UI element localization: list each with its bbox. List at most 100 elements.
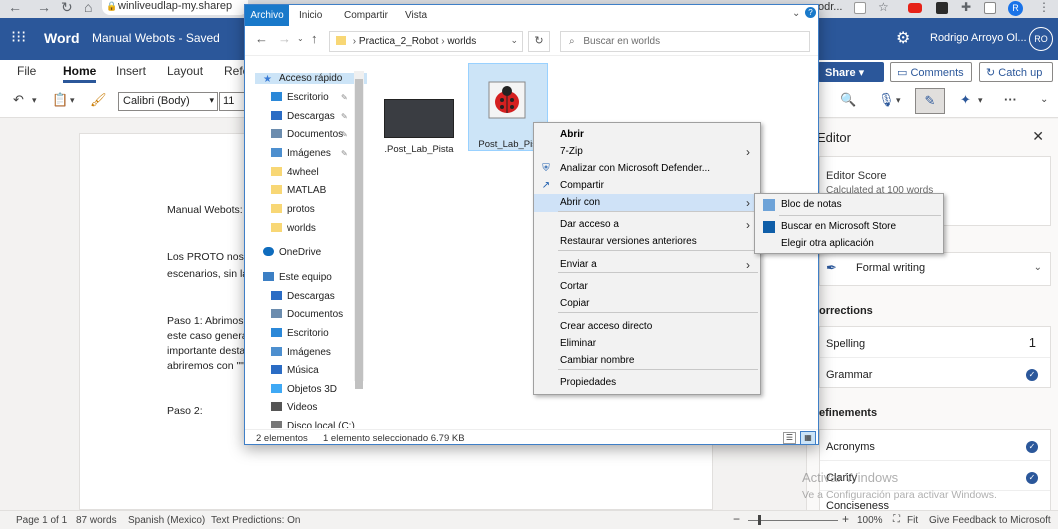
puzzle-icon[interactable]: ✚ [961, 0, 973, 14]
recent-dropdown-icon[interactable]: ⌄ [297, 34, 304, 43]
context-menu-item[interactable]: ⛨ Analizar con Microsoft Defender... [534, 160, 760, 178]
menu-icon[interactable]: ⋮ [1038, 0, 1050, 14]
refresh-icon[interactable]: ↻ [528, 31, 550, 52]
tab-layout[interactable]: Layout [167, 64, 203, 78]
catch-up-button[interactable]: ↻ Catch up [979, 62, 1053, 82]
tab-archivo[interactable]: Archivo [245, 5, 289, 26]
text-predictions[interactable]: Text Predictions: On [211, 515, 300, 526]
sidebar-item[interactable]: Música [271, 365, 319, 376]
acronyms-item[interactable]: Acronyms [826, 441, 875, 453]
word-count[interactable]: 87 words [76, 515, 117, 526]
back-icon[interactable]: ← [8, 0, 22, 15]
font-size-select[interactable]: 11 [219, 92, 245, 111]
profile-avatar[interactable]: R [1008, 1, 1023, 16]
chevron-down-icon[interactable]: ⌄ [510, 35, 518, 46]
font-name-select[interactable]: Calibri (Body) ▾ [118, 92, 218, 111]
share-button[interactable]: Share ▾ [818, 62, 884, 82]
zoom-in-icon[interactable]: + [842, 512, 849, 526]
open-with-item[interactable]: Bloc de notas [755, 196, 943, 214]
forward-icon[interactable]: → [37, 0, 51, 15]
page-count[interactable]: Page 1 of 1 [16, 515, 67, 526]
feedback-link[interactable]: Give Feedback to Microsoft [929, 515, 1051, 526]
reload-icon[interactable]: ↻ [61, 0, 73, 16]
tab-insert[interactable]: Insert [116, 64, 146, 78]
fit-icon[interactable]: ⛶ [893, 514, 900, 525]
find-icon[interactable]: 🔍 [840, 92, 856, 108]
large-icons-view-icon[interactable]: ▦ [800, 431, 816, 445]
app-name[interactable]: Word [44, 30, 80, 46]
editor-icon[interactable]: ✎ [915, 88, 945, 114]
context-menu-item[interactable]: 7-Zip › [534, 143, 760, 161]
formal-writing-select[interactable]: ✒ Formal writing ⌄ [819, 252, 1051, 286]
sidebar-item[interactable]: 4wheel [271, 167, 319, 178]
format-painter-icon[interactable]: 🖌 [90, 92, 107, 108]
open-with-item[interactable]: Elegir otra aplicación [755, 235, 943, 253]
details-view-icon[interactable]: ☰ [783, 432, 796, 444]
dictate-icon[interactable]: 🎙 [878, 92, 895, 108]
reading-list-icon[interactable] [984, 2, 996, 14]
star-icon[interactable]: ☆ [878, 0, 890, 14]
context-menu-item[interactable]: Eliminar [534, 335, 760, 353]
sidebar-item[interactable]: protos [271, 204, 315, 215]
context-menu-item[interactable]: Cortar [534, 278, 760, 296]
document-title[interactable]: Manual Webots - Saved [92, 31, 220, 45]
file-item[interactable]: .Post_Lab_Pista [379, 94, 457, 164]
sidebar-item[interactable]: ★ Acceso rápido [255, 73, 367, 85]
tab-home[interactable]: Home [63, 64, 97, 83]
sidebar-item[interactable]: MATLAB [271, 185, 326, 196]
open-with-item[interactable]: Buscar en Microsoft Store [755, 218, 943, 236]
extension-icon[interactable] [936, 2, 948, 14]
context-menu-item[interactable]: Propiedades [534, 374, 760, 392]
sidebar-item[interactable]: Disco local (C:) [271, 421, 355, 428]
tab-vista[interactable]: Vista [405, 10, 427, 21]
back-icon[interactable]: ← [255, 31, 268, 46]
navigation-scrollbar[interactable] [354, 71, 364, 389]
dictate-dropdown-icon[interactable]: ▾ [896, 95, 901, 106]
context-menu-item[interactable]: Cambiar nombre [534, 352, 760, 370]
sidebar-item[interactable]: Escritorio [271, 92, 329, 103]
sidebar-item[interactable]: Videos [271, 402, 317, 413]
help-icon[interactable]: ? [805, 7, 816, 18]
more-options-icon[interactable]: ··· [1004, 92, 1017, 107]
context-menu-item[interactable]: ↗ Compartir [534, 177, 760, 195]
home-icon[interactable]: ⌂ [84, 0, 92, 15]
sidebar-item[interactable]: Documentos [271, 129, 343, 140]
tab-compartir[interactable]: Compartir [344, 10, 388, 21]
context-menu-item[interactable]: Dar acceso a › [534, 216, 760, 234]
context-menu-item[interactable]: Abrir [534, 126, 760, 144]
sidebar-item[interactable]: Descargas [271, 111, 335, 122]
designer-icon[interactable]: ✦ [960, 92, 971, 108]
settings-icon[interactable]: ⚙ [896, 28, 910, 48]
breadcrumb-item[interactable]: worlds [447, 36, 476, 47]
tab-file[interactable]: File [17, 64, 36, 78]
user-name[interactable]: Rodrigo Arroyo Ol... [930, 32, 1027, 44]
share-page-icon[interactable] [854, 2, 866, 14]
sidebar-item[interactable]: OneDrive [263, 247, 321, 258]
close-icon[interactable]: ✕ [1032, 128, 1044, 145]
breadcrumb[interactable]: › Practica_2_Robot › worlds ⌄ [329, 31, 523, 52]
breadcrumb-item[interactable]: Practica_2_Robot [359, 36, 439, 47]
sidebar-item[interactable]: Documentos [271, 309, 343, 320]
context-menu-item[interactable]: Copiar [534, 295, 760, 313]
context-menu-item[interactable]: Abrir con › [534, 194, 760, 212]
avatar[interactable]: RO [1029, 27, 1053, 51]
undo-dropdown-icon[interactable]: ▾ [32, 95, 37, 106]
app-launcher-icon[interactable]: ⁝⁝⁝ [11, 30, 26, 46]
undo-icon[interactable]: ↶ [13, 92, 24, 108]
grammar-item[interactable]: Grammar [826, 369, 872, 381]
paste-dropdown-icon[interactable]: ▾ [70, 95, 75, 106]
sidebar-item[interactable]: Escritorio [271, 328, 329, 339]
sidebar-item[interactable]: Imágenes [271, 347, 331, 358]
up-icon[interactable]: ↑ [311, 31, 318, 46]
address-bar[interactable]: 🔒 winliveudlap-my.sharep [102, 0, 248, 15]
zoom-level[interactable]: 100% [857, 515, 883, 526]
sidebar-item[interactable]: Este equipo [263, 272, 332, 283]
search-input[interactable]: ⌕ Buscar en worlds [560, 31, 810, 52]
tab-inicio[interactable]: Inicio [299, 10, 322, 21]
zoom-slider[interactable] [748, 520, 838, 521]
sidebar-item[interactable]: Imágenes [271, 148, 331, 159]
fit-label[interactable]: Fit [907, 515, 918, 526]
zoom-slider-thumb[interactable] [758, 515, 761, 525]
sidebar-item[interactable]: Descargas [271, 291, 335, 302]
context-menu-item[interactable]: Crear acceso directo [534, 318, 760, 336]
